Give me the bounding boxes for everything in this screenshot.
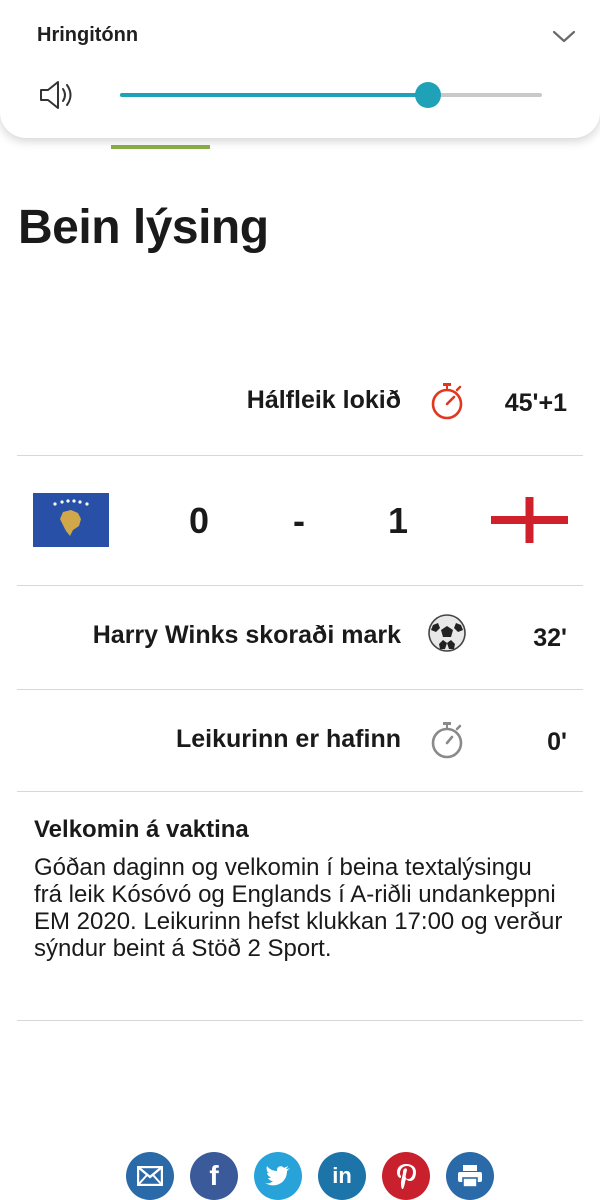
volume-slider[interactable] (120, 82, 542, 108)
score-separator: - (293, 500, 305, 541)
speaker-icon[interactable] (38, 78, 76, 112)
england-flag (491, 497, 568, 543)
slider-fill (120, 93, 429, 97)
event-row: Leikurinn er hafinn 0' (17, 690, 583, 792)
print-icon (458, 1165, 482, 1188)
score-row: 0 - 1 (17, 456, 583, 586)
event-text: Leikurinn er hafinn (175, 725, 401, 753)
share-pinterest-button[interactable] (382, 1152, 430, 1200)
share-email-button[interactable] (126, 1152, 174, 1200)
event-minute: 45'+1 (504, 389, 567, 417)
stopwatch-icon (431, 383, 463, 420)
home-score: 0 (189, 500, 210, 541)
event-minute: 32' (533, 624, 567, 652)
volume-title: Hringitónn (37, 24, 139, 46)
share-twitter-button[interactable] (254, 1152, 302, 1200)
pinterest-icon (397, 1164, 416, 1189)
slider-thumb[interactable] (415, 82, 442, 108)
event-text: Harry Winks skoraði mark (92, 621, 401, 649)
chevron-down-icon[interactable] (550, 26, 578, 46)
twitter-icon (265, 1166, 290, 1186)
kosovo-flag (33, 493, 109, 547)
facebook-icon: f (209, 1160, 219, 1191)
post-card: Velkomin á vaktina Góðan daginn og velko… (17, 792, 583, 1021)
post-title: Velkomin á vaktina (34, 816, 249, 843)
linkedin-icon: in (332, 1163, 352, 1188)
page-title: Bein lýsing (18, 201, 269, 254)
event-minute: 0' (547, 728, 567, 756)
tab-indicator (111, 145, 210, 149)
event-row: Hálfleik lokið 45'+1 (17, 349, 583, 456)
share-bar: f in (0, 1152, 600, 1200)
event-row: Harry Winks skoraði mark 32' (17, 586, 583, 690)
share-facebook-button[interactable]: f (190, 1152, 238, 1200)
away-score: 1 (388, 500, 409, 541)
event-text: Hálfleik lokið (246, 386, 401, 414)
post-body: Góðan daginn og velkomin í beina textalý… (34, 854, 563, 962)
share-linkedin-button[interactable]: in (318, 1152, 366, 1200)
soccer-ball-icon (428, 614, 466, 652)
volume-panel: Hringitónn (0, 0, 600, 138)
email-icon (137, 1166, 163, 1186)
share-print-button[interactable] (446, 1152, 494, 1200)
stopwatch-icon (431, 722, 463, 759)
